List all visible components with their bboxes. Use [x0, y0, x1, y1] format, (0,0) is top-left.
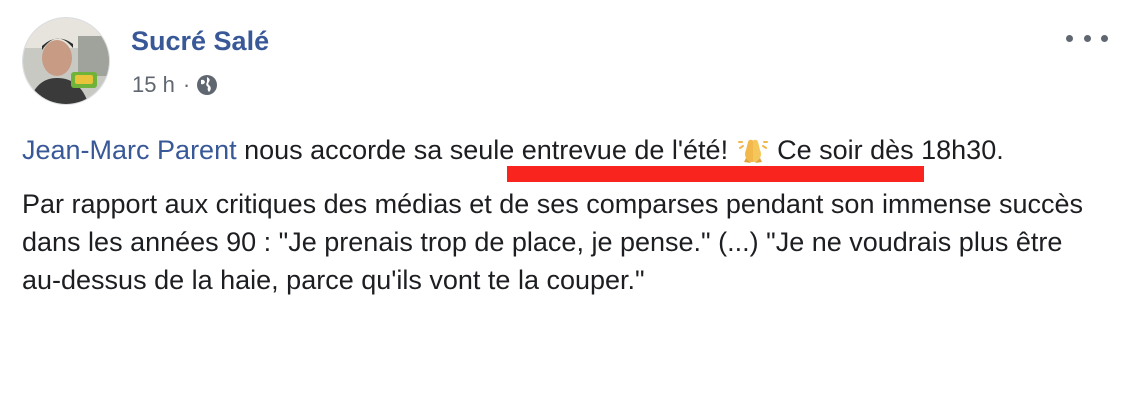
post-paragraph-2: Par rapport aux critiques des médias et … [22, 189, 1084, 295]
author-name[interactable]: Sucré Salé [131, 26, 269, 57]
meta-separator: · [182, 72, 191, 97]
more-dot [1083, 34, 1091, 42]
post-timestamp[interactable]: 15 h [132, 72, 175, 98]
post-meta: 15 h · [132, 72, 218, 98]
globe-icon[interactable] [196, 74, 218, 96]
post-text: Jean-Marc Parent nous accorde sa seule e… [22, 131, 1102, 299]
paragraph-1-text-end: Ce soir dès 18h30. [769, 135, 1004, 165]
more-dot [1101, 34, 1108, 42]
facebook-post: Sucré Salé 15 h · Jean-Marc Parent nous … [0, 0, 1124, 410]
post-paragraph-1: Jean-Marc Parent nous accorde sa seule e… [22, 131, 1102, 169]
more-dot [1066, 34, 1073, 42]
paragraph-1-text: nous accorde sa seule entrevue de l'été! [236, 135, 736, 165]
praying-hands-icon [737, 136, 768, 164]
more-options-icon[interactable] [1066, 24, 1108, 52]
mention-link[interactable]: Jean-Marc Parent [22, 135, 237, 165]
author-avatar[interactable] [22, 17, 110, 105]
profile-photo-icon [23, 18, 109, 104]
